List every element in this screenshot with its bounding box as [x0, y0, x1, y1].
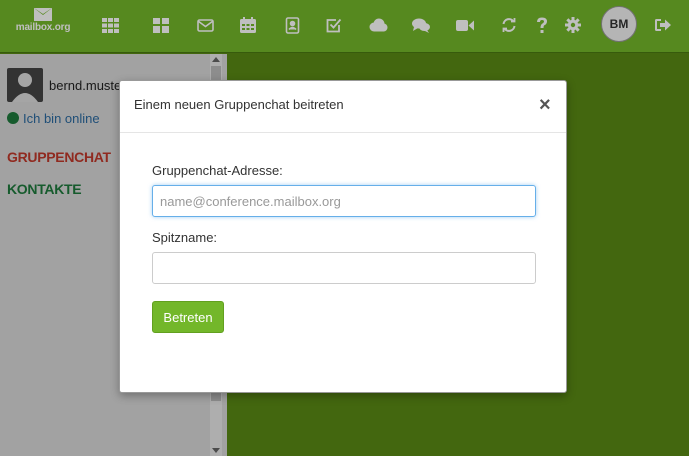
dialog-title: Einem neuen Gruppenchat beitreten [134, 97, 344, 112]
close-icon[interactable]: × [539, 95, 551, 115]
join-button[interactable]: Betreten [152, 301, 224, 333]
nickname-label: Spitzname: [152, 230, 218, 245]
join-groupchat-dialog: Einem neuen Gruppenchat beitreten × Grup… [119, 80, 567, 393]
dialog-header: Einem neuen Gruppenchat beitreten × [120, 81, 566, 133]
nickname-input[interactable] [152, 252, 536, 284]
groupchat-address-input[interactable] [152, 185, 536, 217]
groupchat-address-label: Gruppenchat-Adresse: [152, 163, 283, 178]
